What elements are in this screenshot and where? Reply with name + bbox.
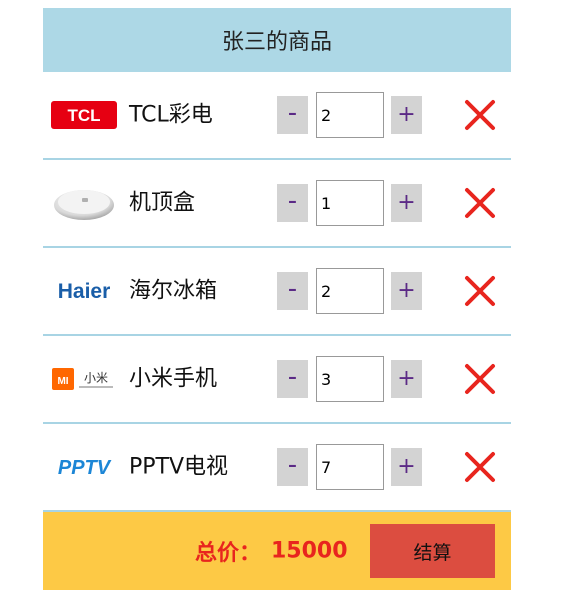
xiaomi-logo: MI 小米 <box>51 359 117 399</box>
product-name: 海尔冰箱 <box>129 278 218 304</box>
shopping-cart: 张三的商品 TCL TCL彩电 - + <box>43 8 511 590</box>
cart-row: Haier 海尔冰箱 - + <box>43 248 511 336</box>
quantity-input[interactable] <box>316 356 384 402</box>
cart-header: 张三的商品 <box>43 8 511 72</box>
svg-text:Haier: Haier <box>58 280 111 303</box>
decrease-quantity-button[interactable]: - <box>277 184 308 222</box>
increase-quantity-button[interactable]: + <box>391 272 422 310</box>
decrease-quantity-button[interactable]: - <box>277 448 308 486</box>
svg-text:TCL: TCL <box>67 106 100 125</box>
tcl-logo: TCL <box>51 95 117 135</box>
product-name: 小米手机 <box>129 366 218 392</box>
delete-icon[interactable] <box>463 362 497 396</box>
decrease-quantity-button[interactable]: - <box>277 360 308 398</box>
checkout-button[interactable]: 结算 <box>370 524 495 578</box>
increase-quantity-button[interactable]: + <box>391 96 422 134</box>
quantity-input[interactable] <box>316 268 384 314</box>
delete-icon[interactable] <box>463 450 497 484</box>
cart-row: MI 小米 小米手机 - + <box>43 336 511 424</box>
set-top-box-image <box>51 183 117 223</box>
product-name: PPTV电视 <box>129 454 229 480</box>
product-name: 机顶盒 <box>129 190 196 216</box>
delete-icon[interactable] <box>463 274 497 308</box>
cart-row: PPTV PPTV电视 - + <box>43 424 511 512</box>
haier-logo: Haier <box>51 271 117 311</box>
decrease-quantity-button[interactable]: - <box>277 272 308 310</box>
pptv-logo: PPTV <box>51 447 117 487</box>
svg-text:小米: 小米 <box>84 371 108 385</box>
svg-text:MI: MI <box>57 376 68 387</box>
increase-quantity-button[interactable]: + <box>391 360 422 398</box>
cart-title: 张三的商品 <box>221 30 332 55</box>
quantity-input[interactable] <box>316 92 384 138</box>
cart-row: TCL TCL彩电 - + <box>43 72 511 160</box>
increase-quantity-button[interactable]: + <box>391 184 422 222</box>
total-value: 15000 <box>271 538 348 564</box>
delete-icon[interactable] <box>463 186 497 220</box>
quantity-input[interactable] <box>316 444 384 490</box>
total-label: 总价： <box>195 541 262 566</box>
delete-icon[interactable] <box>463 98 497 132</box>
decrease-quantity-button[interactable]: - <box>277 96 308 134</box>
svg-text:PPTV: PPTV <box>58 457 112 479</box>
increase-quantity-button[interactable]: + <box>391 448 422 486</box>
product-name: TCL彩电 <box>129 102 213 128</box>
cart-footer: 总价： 15000 结算 <box>43 512 511 590</box>
quantity-input[interactable] <box>316 180 384 226</box>
cart-row: 机顶盒 - + <box>43 160 511 248</box>
